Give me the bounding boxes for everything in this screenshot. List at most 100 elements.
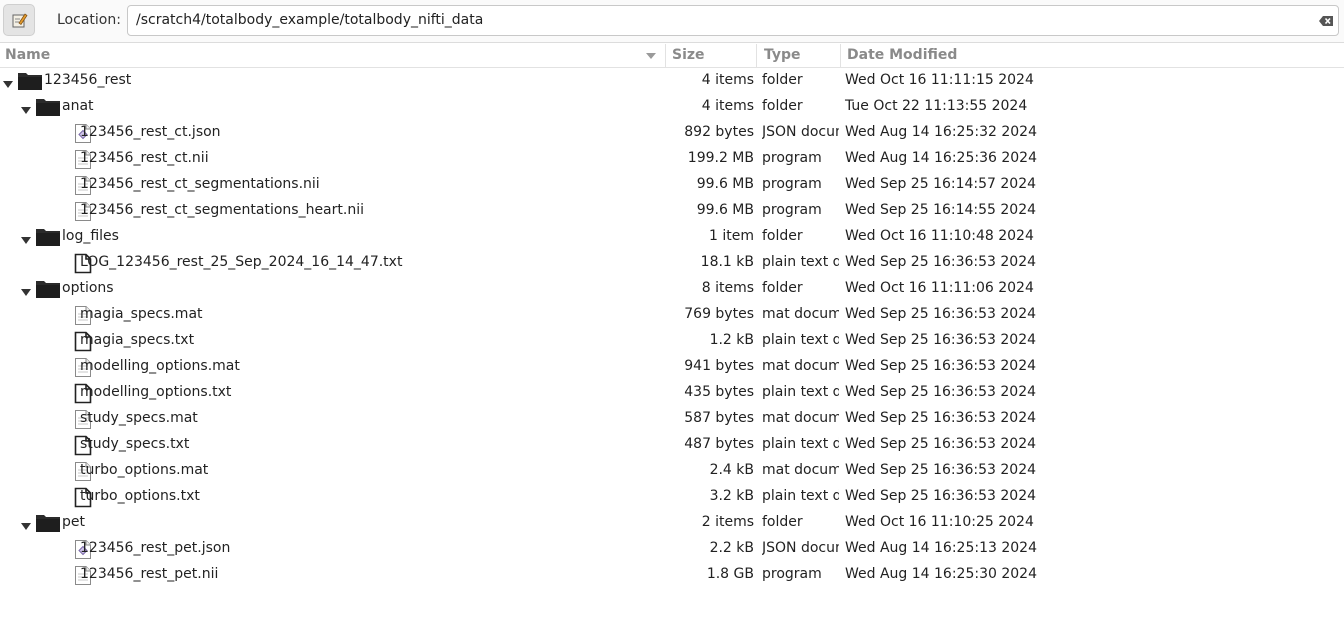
file-date-modified: Wed Sep 25 16:36:53 2024 [845, 254, 1037, 270]
file-row[interactable]: 123456_rest_ct_segmentations.nii 99.6 MB p… [0, 172, 1344, 198]
file-size: 435 bytes [684, 384, 754, 400]
file-date-modified: Wed Sep 25 16:14:57 2024 [845, 176, 1037, 192]
file-date-modified: Wed Aug 14 16:25:13 2024 [845, 540, 1037, 556]
file-row[interactable]: log_files 1 item folder Wed Oct 16 11:10:48… [0, 224, 1344, 250]
folder-icon [35, 513, 61, 537]
file-row[interactable]: modelling_options.txt 435 bytes plain text… [0, 380, 1344, 406]
file-date-modified: Wed Sep 25 16:14:55 2024 [845, 202, 1037, 218]
column-divider[interactable] [840, 44, 841, 67]
file-type: program [762, 176, 822, 192]
expander-down-icon[interactable] [21, 519, 31, 530]
file-row[interactable]: 123456_rest 4 items folder Wed Oct 16 11:11… [0, 68, 1344, 94]
file-type: plain text document [762, 332, 839, 348]
file-name: 123456_rest_pet.json [80, 540, 231, 556]
file-type: program [762, 202, 822, 218]
file-name: 123456_rest_pet.nii [80, 566, 219, 582]
expander-down-icon[interactable] [3, 77, 13, 88]
column-header: Name Size Type Date Modified [0, 44, 1344, 68]
file-row[interactable]: 123456_rest_ct_segmentations_heart.nii 99… [0, 198, 1344, 224]
file-size: 4 items [701, 72, 754, 88]
file-name: study_specs.txt [80, 436, 190, 452]
file-size: 99.6 MB [696, 176, 754, 192]
file-name: turbo_options.txt [80, 488, 200, 504]
column-name-header[interactable]: Name [5, 47, 50, 63]
expander-down-icon[interactable] [21, 233, 31, 244]
file-row[interactable]: LOG_123456_rest_25_Sep_2024_16_14_47.txt… [0, 250, 1344, 276]
file-date-modified: Wed Aug 14 16:25:32 2024 [845, 124, 1037, 140]
file-row[interactable]: options 8 items folder Wed Oct 16 11:11:06 … [0, 276, 1344, 302]
folder-icon [17, 71, 43, 95]
file-date-modified: Wed Sep 25 16:36:53 2024 [845, 410, 1037, 426]
file-row[interactable]: pet 2 items folder Wed Oct 16 11:10:25 2024 [0, 510, 1344, 536]
file-size: 487 bytes [684, 436, 754, 452]
file-row[interactable]: study_specs.txt 487 bytes plain text docum… [0, 432, 1344, 458]
file-type: JSON document [762, 540, 839, 556]
file-type: plain text document [762, 436, 839, 452]
file-row[interactable]: 123456_rest_pet.nii 1.8 GB program Wed Aug … [0, 562, 1344, 588]
file-size: 1.8 GB [706, 566, 754, 582]
location-bar: Location: /scratch4/totalbody_example/to… [0, 0, 1344, 43]
column-divider[interactable] [665, 44, 666, 67]
column-divider[interactable] [756, 44, 757, 67]
edit-icon [12, 13, 28, 28]
file-date-modified: Wed Sep 25 16:36:53 2024 [845, 462, 1037, 478]
file-name: log_files [62, 228, 119, 244]
file-date-modified: Tue Oct 22 11:13:55 2024 [845, 98, 1028, 114]
file-row[interactable]: 123456_rest_ct.json 892 bytes JSON documen… [0, 120, 1344, 146]
file-size: 199.2 MB [687, 150, 754, 166]
file-type: folder [762, 228, 803, 244]
file-name: options [62, 280, 114, 296]
file-date-modified: Wed Aug 14 16:25:36 2024 [845, 150, 1037, 166]
file-type: mat document [762, 410, 839, 426]
file-size: 3.2 kB [709, 488, 754, 504]
file-type: plain text document [762, 254, 839, 270]
file-name: 123456_rest_ct.nii [80, 150, 209, 166]
edit-location-button[interactable] [3, 4, 35, 36]
location-path[interactable]: /scratch4/totalbody_example/totalbody_ni… [136, 12, 483, 28]
file-type: JSON document [762, 124, 839, 140]
file-name: 123456_rest_ct_segmentations.nii [80, 176, 320, 192]
file-name: modelling_options.txt [80, 384, 232, 400]
file-row[interactable]: study_specs.mat 587 bytes mat document Wed … [0, 406, 1344, 432]
sort-descending-icon[interactable] [646, 53, 656, 59]
column-type-header[interactable]: Type [764, 47, 801, 63]
file-size: 8 items [701, 280, 754, 296]
file-type: folder [762, 98, 803, 114]
file-size: 587 bytes [684, 410, 754, 426]
file-name: magia_specs.txt [80, 332, 195, 348]
file-size: 99.6 MB [696, 202, 754, 218]
file-date-modified: Wed Oct 16 11:10:25 2024 [845, 514, 1034, 530]
folder-icon [35, 279, 61, 303]
file-size: 1 item [709, 228, 754, 244]
file-row[interactable]: anat 4 items folder Tue Oct 22 11:13:55 202… [0, 94, 1344, 120]
file-name: anat [62, 98, 94, 114]
file-size: 1.2 kB [709, 332, 754, 348]
file-size: 769 bytes [684, 306, 754, 322]
expander-down-icon[interactable] [21, 285, 31, 296]
file-date-modified: Wed Sep 25 16:36:53 2024 [845, 358, 1037, 374]
file-row[interactable]: magia_specs.mat 769 bytes mat document Wed … [0, 302, 1344, 328]
file-row[interactable]: magia_specs.txt 1.2 kB plain text document… [0, 328, 1344, 354]
file-type: folder [762, 514, 803, 530]
file-date-modified: Wed Sep 25 16:36:53 2024 [845, 384, 1037, 400]
file-tree: 123456_rest 4 items folder Wed Oct 16 11:11… [0, 68, 1344, 588]
file-name: modelling_options.mat [80, 358, 240, 374]
file-row[interactable]: turbo_options.txt 3.2 kB plain text docume… [0, 484, 1344, 510]
file-name: LOG_123456_rest_25_Sep_2024_16_14_47.txt [80, 254, 403, 270]
file-date-modified: Wed Aug 14 16:25:30 2024 [845, 566, 1037, 582]
file-row[interactable]: turbo_options.mat 2.4 kB mat document Wed S… [0, 458, 1344, 484]
file-date-modified: Wed Sep 25 16:36:53 2024 [845, 488, 1037, 504]
clear-icon[interactable] [1318, 13, 1334, 29]
file-row[interactable]: 123456_rest_ct.nii 199.2 MB program Wed Aug… [0, 146, 1344, 172]
file-date-modified: Wed Sep 25 16:36:53 2024 [845, 306, 1037, 322]
file-row[interactable]: 123456_rest_pet.json 2.2 kB JSON document W… [0, 536, 1344, 562]
file-row[interactable]: modelling_options.mat 941 bytes mat docume… [0, 354, 1344, 380]
file-type: folder [762, 72, 803, 88]
location-input[interactable]: /scratch4/totalbody_example/totalbody_ni… [127, 5, 1339, 36]
column-date-modified-header[interactable]: Date Modified [847, 47, 957, 63]
file-type: plain text document [762, 488, 839, 504]
file-date-modified: Wed Oct 16 11:10:48 2024 [845, 228, 1034, 244]
column-size-header[interactable]: Size [672, 47, 705, 63]
expander-down-icon[interactable] [21, 103, 31, 114]
file-name: 123456_rest_ct.json [80, 124, 221, 140]
